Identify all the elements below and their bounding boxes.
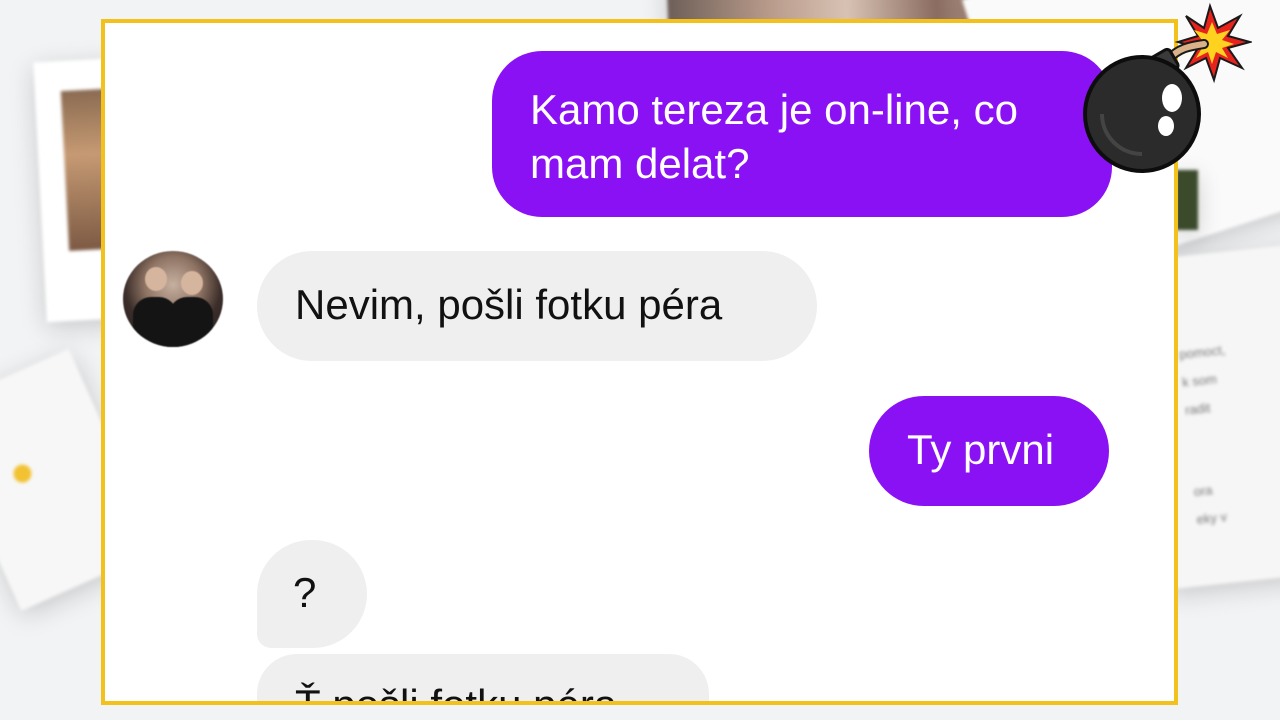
message-bubble-sent[interactable]: Kamo tereza je on-line, co mam delat?	[492, 51, 1112, 217]
message-text: Nevim, pošli fotku péra	[295, 281, 723, 328]
message-text: Ť pošli fotku péra	[295, 681, 618, 705]
bomb-icon	[1082, 2, 1254, 182]
avatar-face	[145, 267, 167, 291]
message-text-line: Kamo tereza je on-line, co	[530, 86, 1018, 133]
message-bubble-received[interactable]: ?	[257, 540, 367, 648]
message-bubble-received[interactable]: Ť pošli fotku péra	[257, 654, 709, 705]
screenshot-stage: pomoct, k som radit ora eky v Kamo terez…	[0, 0, 1280, 720]
message-bubble-sent[interactable]: Ty prvni	[869, 396, 1109, 506]
chat-screenshot-frame: Kamo tereza je on-line, co mam delat? Ne…	[101, 19, 1178, 705]
background-text: eky v	[1195, 509, 1228, 528]
emoji-icon	[10, 461, 35, 486]
message-bubble-received[interactable]: Nevim, pošli fotku péra	[257, 251, 817, 361]
message-text: Ty prvni	[907, 426, 1055, 473]
background-text: k som	[1181, 371, 1218, 390]
avatar-figure	[169, 297, 213, 347]
message-text-line: mam delat?	[530, 140, 750, 187]
avatar[interactable]	[123, 251, 223, 347]
background-text: ora	[1192, 482, 1214, 500]
message-text: ?	[293, 569, 317, 616]
background-text: pomoct,	[1178, 342, 1227, 363]
avatar-face	[181, 271, 203, 295]
bomb-graphic	[1083, 2, 1254, 173]
background-text: radit	[1184, 400, 1212, 418]
